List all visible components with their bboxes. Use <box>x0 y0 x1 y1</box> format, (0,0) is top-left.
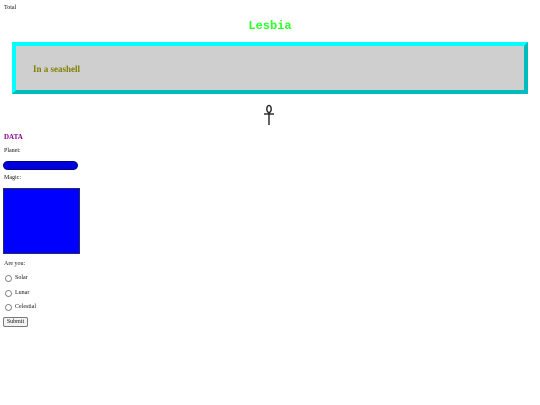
site-title: Lesbia <box>248 19 292 33</box>
top-label: Total <box>4 5 17 11</box>
magic-textarea[interactable] <box>3 188 80 254</box>
data-heading: DATA <box>4 133 23 141</box>
radio-button[interactable] <box>5 289 12 297</box>
radio-label: Solar <box>15 275 28 281</box>
planet-select[interactable] <box>3 161 78 170</box>
radio-label: Lunar <box>15 290 30 296</box>
question-label: Are you: <box>4 261 26 267</box>
banner-text: In a seashell <box>33 64 81 74</box>
magic-label: Magic: <box>4 175 21 181</box>
radio-label: Celestial <box>15 304 36 310</box>
radio-option-solar[interactable]: Solar <box>5 274 28 282</box>
radio-option-lunar[interactable]: Lunar <box>5 289 29 297</box>
banner: In a seashell <box>12 42 528 94</box>
planet-label: Planet: <box>4 148 21 154</box>
radio-option-celestial[interactable]: Celestial <box>5 303 36 311</box>
submit-button[interactable]: Submit <box>3 317 28 327</box>
radio-button[interactable] <box>5 274 12 282</box>
radio-button[interactable] <box>5 303 12 311</box>
ankh-icon <box>264 104 274 125</box>
